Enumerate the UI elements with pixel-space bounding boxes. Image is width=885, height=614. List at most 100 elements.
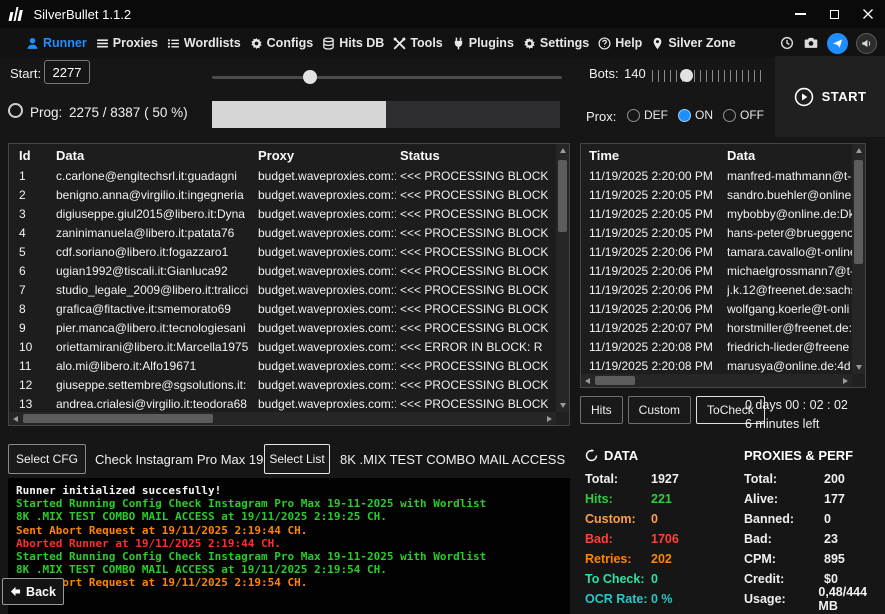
scroll-left-icon[interactable] [581, 374, 594, 387]
nav-item-configs[interactable]: Configs [250, 36, 314, 50]
result-row[interactable]: 4zaninimanuela@libero.it:patata76budget.… [9, 224, 556, 243]
results-horizontal-scrollbar[interactable] [9, 412, 556, 425]
hit-row[interactable]: 11/19/2025 2:20:08 PMmarusya@online.de:4… [581, 357, 852, 374]
stat-label: Alive: [744, 492, 824, 506]
scrollbar-corner [556, 412, 569, 425]
column-header-data[interactable]: Data [56, 148, 254, 163]
hits-vertical-scrollbar[interactable] [852, 144, 865, 374]
nav-item-plugins[interactable]: Plugins [452, 36, 514, 50]
column-header-proxy[interactable]: Proxy [258, 148, 396, 163]
hit-row[interactable]: 11/19/2025 2:20:05 PMmybobby@online.de:D… [581, 205, 852, 224]
back-button[interactable]: Back [2, 578, 64, 605]
hits-grid: Time Data 11/19/2025 2:20:00 PMmanfred-m… [580, 143, 866, 388]
progress-mode-radio[interactable] [8, 103, 23, 118]
column-header-id[interactable]: Id [19, 148, 53, 163]
result-row[interactable]: 6ugian1992@tiscali.it:Gianluca92budget.w… [9, 262, 556, 281]
scroll-down-icon[interactable] [852, 361, 865, 374]
scroll-up-icon[interactable] [852, 144, 865, 157]
stat-row-bad-: Bad:23 [744, 529, 885, 549]
result-row[interactable]: 9pier.manca@libero.it:tecnologiesanibudg… [9, 319, 556, 338]
nav-item-wordlists[interactable]: Wordlists [167, 36, 241, 50]
maximize-button[interactable] [817, 0, 851, 28]
cell-proxy: budget.waveproxies.com:1 [258, 378, 396, 392]
proxy-option-label: DEF [644, 108, 668, 122]
hit-row[interactable]: 11/19/2025 2:20:05 PMsandro.buehler@onli… [581, 186, 852, 205]
proxy-option-def[interactable]: DEF [627, 108, 668, 122]
hit-row[interactable]: 11/19/2025 2:20:06 PMtamara.cavallo@t-on… [581, 243, 852, 262]
tools-icon [393, 37, 406, 50]
nav-item-silver-zone[interactable]: Silver Zone [651, 36, 735, 50]
nav-item-help[interactable]: Help [598, 36, 642, 50]
start-slider-handle[interactable] [303, 70, 317, 84]
cell-data: cdf.soriano@libero.it:fogazzaro1 [56, 245, 254, 259]
cell-data: friedrich-lieder@freene [727, 340, 852, 354]
cell-id: 13 [19, 397, 53, 411]
bots-slider-handle[interactable] [680, 69, 693, 82]
result-row[interactable]: 12giuseppe.settembre@sgsolutions.it:budg… [9, 376, 556, 395]
proxy-option-off[interactable]: OFF [723, 108, 764, 122]
nav-item-label: Settings [540, 36, 589, 50]
result-row[interactable]: 11alo.mi@libero.it:Alfo19671budget.wavep… [9, 357, 556, 376]
close-button[interactable] [851, 0, 885, 28]
radio-icon [723, 109, 736, 122]
elapsed-time: 0 days 00 : 02 : 02 [745, 398, 848, 412]
start-input[interactable] [44, 60, 90, 84]
nav-item-proxies[interactable]: Proxies [96, 36, 158, 50]
hit-row[interactable]: 11/19/2025 2:20:06 PMmichaelgrossmann7@t… [581, 262, 852, 281]
scrollbar-thumb[interactable] [595, 376, 635, 385]
nav-item-hits-db[interactable]: Hits DB [322, 36, 384, 50]
hit-row[interactable]: 11/19/2025 2:20:08 PMfriedrich-lieder@fr… [581, 338, 852, 357]
cell-proxy: budget.waveproxies.com:1 [258, 207, 396, 221]
scrollbar-thumb[interactable] [23, 414, 213, 423]
result-row[interactable]: 13andrea.crialesi@virgilio.it:teodora68b… [9, 395, 556, 412]
result-row[interactable]: 5cdf.soriano@libero.it:fogazzaro1budget.… [9, 243, 556, 262]
hit-row[interactable]: 11/19/2025 2:20:06 PMwolfgang.koerle@t-o… [581, 300, 852, 319]
camera-icon[interactable] [803, 35, 819, 51]
data-stats-header: DATA [585, 444, 737, 466]
nav-item-label: Help [615, 36, 642, 50]
start-button[interactable]: START [794, 87, 867, 107]
result-row[interactable]: 3digiuseppe.giul2015@libero.it:Dynabudge… [9, 205, 556, 224]
help-icon [598, 37, 611, 50]
hit-row[interactable]: 11/19/2025 2:20:00 PMmanfred-mathmann@t- [581, 167, 852, 186]
minimize-button[interactable] [783, 0, 817, 28]
scrollbar-thumb[interactable] [558, 160, 567, 232]
column-header-status[interactable]: Status [400, 148, 556, 163]
history-icon[interactable] [779, 35, 795, 51]
column-header-time[interactable]: Time [589, 148, 723, 163]
column-header-data[interactable]: Data [727, 148, 852, 163]
log-console[interactable]: Runner initialized succesfully!Started R… [8, 478, 570, 614]
scroll-down-icon[interactable] [556, 399, 569, 412]
result-row[interactable]: 7studio_legale_2009@libero.it:traliccibu… [9, 281, 556, 300]
results-vertical-scrollbar[interactable] [556, 144, 569, 412]
nav-item-tools[interactable]: Tools [393, 36, 442, 50]
log-line: Started Running Config Check Instagram P… [16, 550, 562, 563]
tab-custom[interactable]: Custom [628, 396, 691, 424]
hits-horizontal-scrollbar[interactable] [581, 374, 852, 387]
stat-value: 0,48/444 MB [818, 585, 885, 613]
scroll-right-icon[interactable] [839, 374, 852, 387]
start-slider-track[interactable] [212, 76, 562, 79]
nav-item-settings[interactable]: Settings [523, 36, 589, 50]
bots-slider-track[interactable] [652, 70, 766, 82]
scroll-left-icon[interactable] [9, 412, 22, 425]
proxy-option-on[interactable]: ON [678, 108, 713, 122]
send-icon[interactable] [827, 33, 848, 54]
result-row[interactable]: 2benigno.anna@virgilio.it:ingegneriabudg… [9, 186, 556, 205]
megaphone-icon[interactable] [856, 33, 877, 54]
hit-row[interactable]: 11/19/2025 2:20:07 PMhorstmiller@freenet… [581, 319, 852, 338]
scrollbar-thumb[interactable] [854, 160, 863, 264]
result-row[interactable]: 10oriettamirani@libero.it:Marcella1975bu… [9, 338, 556, 357]
hit-row[interactable]: 11/19/2025 2:20:05 PMhans-peter@brueggen… [581, 224, 852, 243]
scroll-up-icon[interactable] [556, 144, 569, 157]
hit-row[interactable]: 11/19/2025 2:20:06 PMj.k.12@freenet.de:s… [581, 281, 852, 300]
nav-item-runner[interactable]: Runner [26, 36, 87, 50]
select-list-button[interactable]: Select List [264, 444, 330, 474]
result-row[interactable]: 8grafica@fitactive.it:smemorato69budget.… [9, 300, 556, 319]
tab-hits[interactable]: Hits [580, 396, 623, 424]
select-config-button[interactable]: Select CFG [8, 444, 86, 474]
hits-tabs: HitsCustomToCheck [580, 396, 765, 424]
scroll-right-icon[interactable] [543, 412, 556, 425]
menu-icon [96, 37, 109, 50]
result-row[interactable]: 1c.carlone@engitechsrl.it:guadagnibudget… [9, 167, 556, 186]
